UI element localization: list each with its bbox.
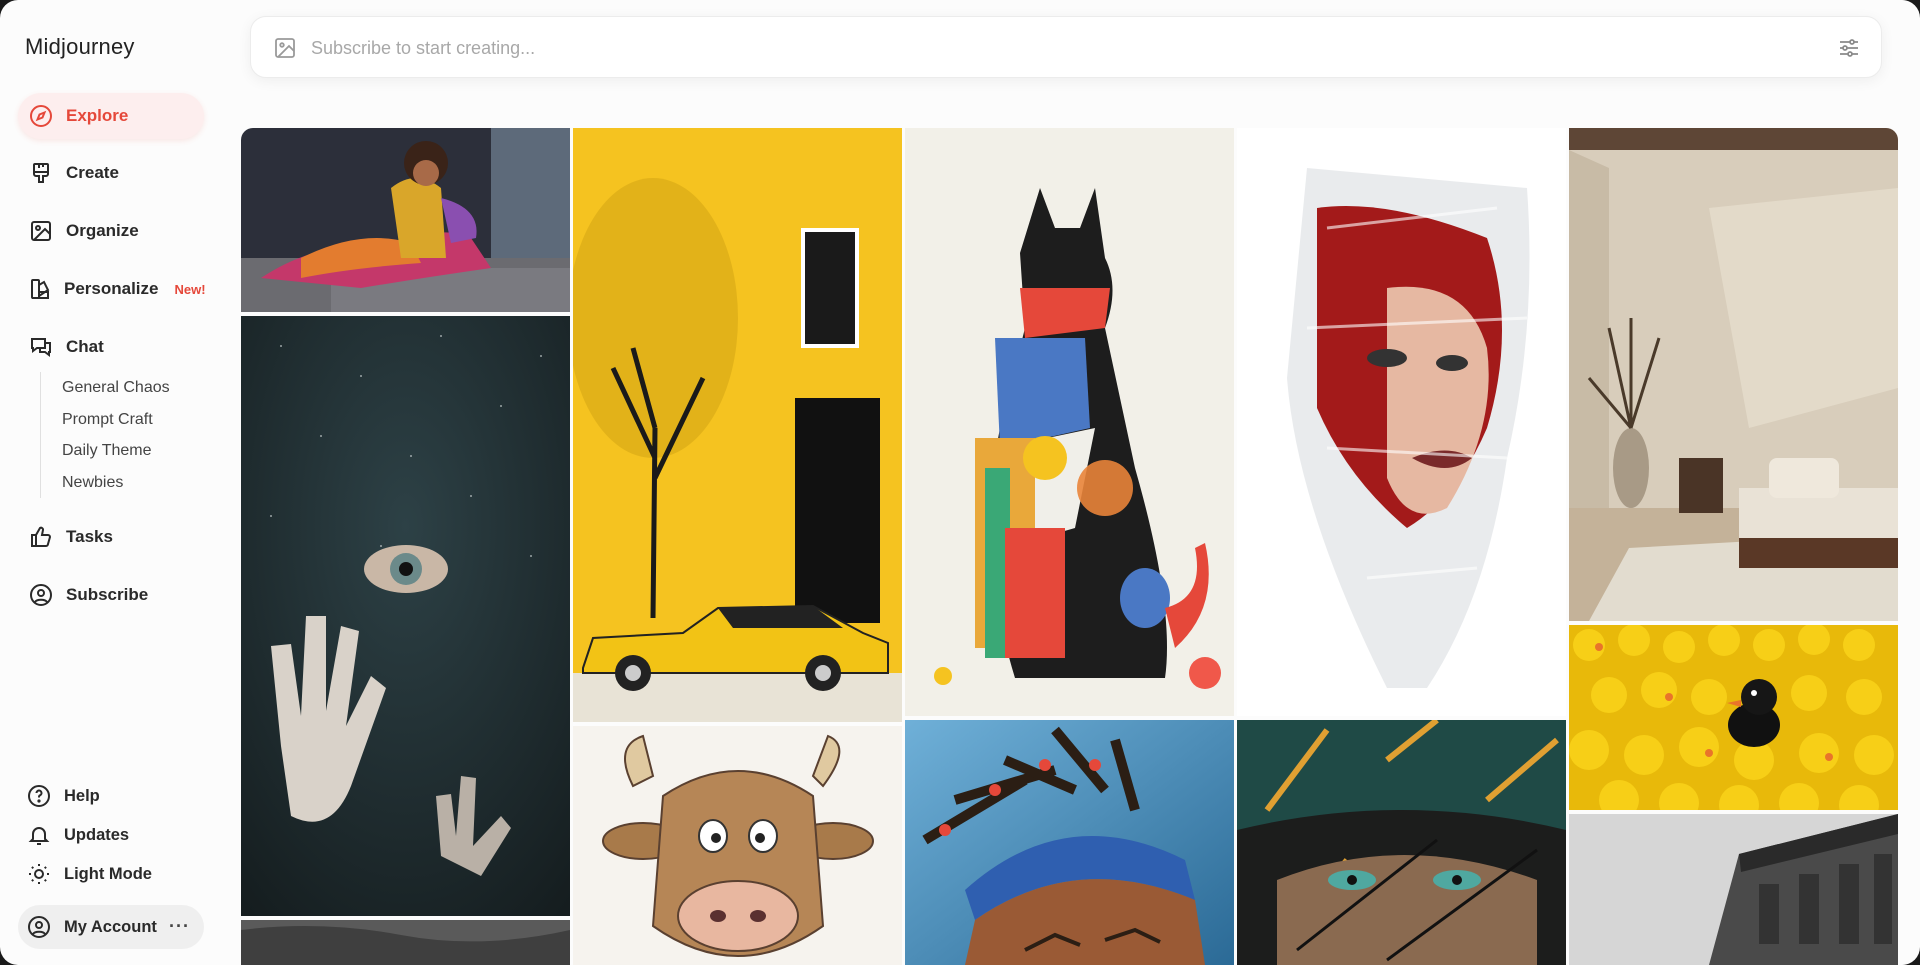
help-label: Help: [64, 786, 100, 805]
tile-rubber-ducks[interactable]: [1569, 625, 1898, 810]
tile-wrapped-face[interactable]: [1237, 128, 1566, 716]
nav-subscribe[interactable]: Subscribe: [18, 572, 204, 618]
account-label: My Account: [64, 917, 157, 936]
sidebar: Midjourney Explore Create Organize Perso…: [0, 0, 230, 965]
nav-explore[interactable]: Explore: [18, 93, 204, 139]
chat-icon: [28, 334, 54, 360]
image-prompt-icon[interactable]: [273, 36, 297, 60]
nav-label: Create: [66, 163, 119, 182]
my-account-button[interactable]: My Account ···: [18, 905, 204, 949]
nav-tasks[interactable]: Tasks: [18, 514, 204, 560]
updates-link[interactable]: Updates: [18, 817, 204, 853]
nav-organize[interactable]: Organize: [18, 208, 204, 254]
tile-warrior-eyes[interactable]: [1237, 720, 1566, 965]
thumbs-up-icon: [28, 524, 54, 550]
new-badge: New!: [174, 281, 206, 297]
brush-icon: [28, 160, 54, 186]
account-icon: [26, 914, 52, 940]
light-mode-toggle[interactable]: Light Mode: [18, 856, 204, 892]
nav-label: Explore: [66, 106, 129, 125]
compass-icon: [28, 103, 54, 129]
tile-bedroom[interactable]: [1569, 128, 1898, 621]
image-icon: [28, 218, 54, 244]
sun-icon: [26, 861, 52, 887]
user-circle-icon: [28, 582, 54, 608]
chat-channel-list: General Chaos Prompt Craft Daily Theme N…: [40, 372, 170, 498]
nav-personalize[interactable]: Personalize New!: [18, 266, 206, 312]
nav-chat[interactable]: Chat: [18, 324, 204, 370]
more-options-icon[interactable]: ···: [169, 916, 190, 937]
prompt-input[interactable]: [311, 33, 1791, 63]
app-window: Midjourney Explore Create Organize Perso…: [0, 0, 1920, 965]
prompt-bar: [250, 16, 1882, 78]
tile-building[interactable]: [1569, 814, 1898, 965]
nav-label: Subscribe: [66, 585, 149, 604]
sliders-icon[interactable]: [1837, 36, 1861, 60]
nav-label: Organize: [66, 221, 139, 240]
tile-texture[interactable]: [241, 920, 570, 965]
help-icon: [26, 783, 52, 809]
chat-channel-general-chaos[interactable]: General Chaos: [41, 372, 170, 404]
tile-headdress[interactable]: [905, 720, 1234, 965]
updates-label: Updates: [64, 825, 130, 844]
explore-gallery: [241, 128, 1898, 965]
brand-logo[interactable]: Midjourney: [25, 34, 135, 60]
tile-reclining-woman[interactable]: [241, 128, 570, 312]
nav-label: Personalize: [64, 279, 159, 298]
chat-channel-daily-theme[interactable]: Daily Theme: [41, 435, 170, 467]
nav-create[interactable]: Create: [18, 150, 204, 196]
tile-cow-cartoon[interactable]: [573, 726, 902, 965]
nav-label: Tasks: [66, 527, 113, 546]
chat-channel-prompt-craft[interactable]: Prompt Craft: [41, 404, 170, 436]
bell-icon: [26, 822, 52, 848]
chat-channel-newbies[interactable]: Newbies: [41, 467, 170, 499]
light-mode-label: Light Mode: [64, 864, 152, 883]
tile-cat-sculpture[interactable]: [905, 128, 1234, 716]
help-link[interactable]: Help: [18, 778, 204, 814]
nav-label: Chat: [66, 337, 104, 356]
palette-icon: [28, 276, 52, 302]
tile-yellow-street[interactable]: [573, 128, 902, 722]
tile-eye-hands[interactable]: [241, 316, 570, 916]
